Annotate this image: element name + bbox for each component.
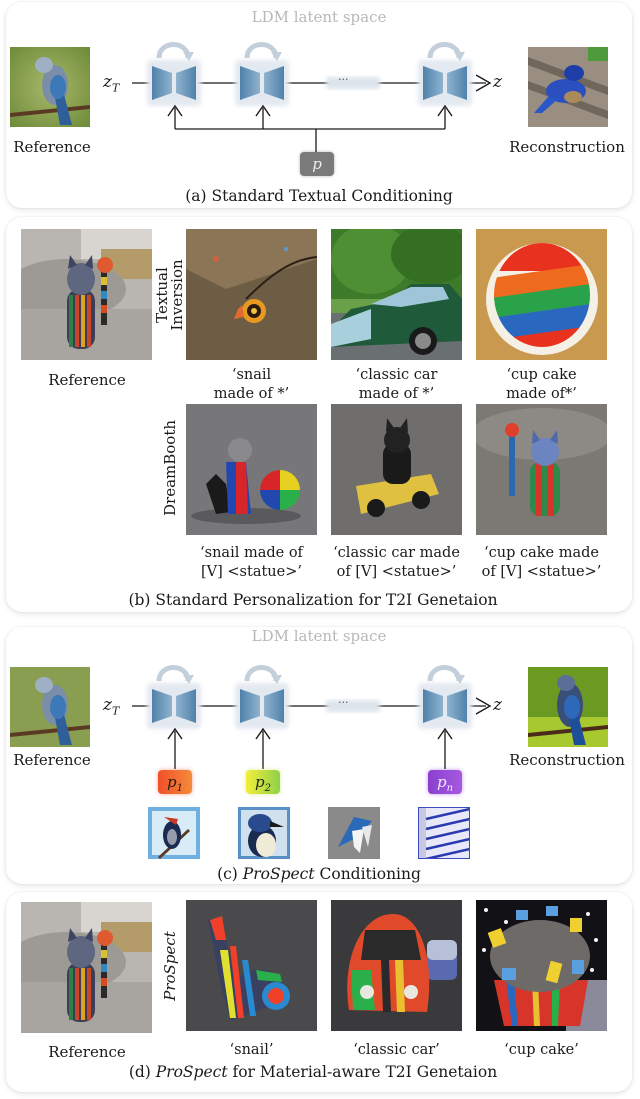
panel-prospect-material-aware: Reference ProSpect ‘snail’ ‘classic car’…: [6, 892, 632, 1092]
panel-standard-textual-conditioning: LDM latent space Reference Reconstructio…: [6, 2, 632, 208]
panel-prospect-conditioning: LDM latent space Reference Reconstructio…: [6, 627, 632, 884]
prompt-ti-snail: ‘snail made of *’: [213, 367, 290, 402]
ellipsis-label: ···: [338, 696, 349, 709]
stage-image-1-bird: [148, 807, 200, 859]
prompt-db-car: ‘classic car made of [V] <statue>’: [333, 545, 460, 580]
ellipsis-label: ···: [338, 73, 349, 86]
unet-block-n: [418, 665, 472, 729]
prompt-prospect-cupcake: ‘cup cake’: [504, 1042, 579, 1058]
unet-block-2: [235, 42, 289, 106]
prompt-ti-cupcake: ‘cup cake made of*’: [506, 367, 577, 402]
prompt-token-p1: p1: [158, 770, 192, 794]
reference-label: Reference: [48, 1043, 126, 1061]
ellipsis-block: [326, 77, 380, 89]
caption-c: (c) ProSpect Conditioning: [217, 865, 421, 883]
prompt-db-snail: ‘snail made of [V] <statue>’: [200, 545, 303, 580]
row-label-dreambooth: DreamBooth: [161, 419, 179, 516]
input-latent-zT: zT: [103, 72, 120, 95]
output-latent-z: z: [493, 695, 502, 715]
prompt-db-cupcake: ‘cup cake made of [V] <statue>’: [481, 545, 602, 580]
stage-image-3-feathers: [328, 807, 380, 859]
caption-d: (d) ProSpect for Material-aware T2I Gene…: [128, 1063, 498, 1081]
prompt-ti-car: ‘classic car made of *’: [355, 367, 438, 402]
unet-block-1: [147, 665, 201, 729]
unet-block-2: [235, 665, 289, 729]
prospect-car-image: [331, 900, 462, 1031]
textual-inversion-snail-image: [186, 229, 317, 360]
textual-inversion-car-image: [331, 229, 462, 360]
unet-chain-diagram: [132, 665, 492, 769]
reference-image-cat-statue: [21, 229, 152, 360]
unet-block-1: [147, 42, 201, 106]
stage-image-n-texture: [418, 807, 470, 859]
panel-standard-personalization: Reference Textual Inversion DreamBooth ‘…: [6, 217, 632, 612]
row-label-prospect: ProSpect: [161, 931, 179, 1001]
ellipsis-block: [326, 700, 380, 712]
output-latent-z: z: [493, 72, 502, 92]
prompt-token-pn: pn: [428, 770, 462, 794]
dreambooth-car-image: [331, 404, 462, 535]
prospect-cupcake-image: [476, 900, 607, 1031]
stage-image-2-bird: [238, 807, 290, 859]
prompt-token-p2: p2: [246, 770, 280, 794]
prompt-token-p: p: [300, 152, 334, 176]
prompt-prospect-car: ‘classic car’: [353, 1042, 440, 1058]
reference-label: Reference: [48, 371, 126, 389]
reference-image-cat-statue: [21, 902, 152, 1033]
caption-a: (a) Standard Textual Conditioning: [185, 187, 453, 205]
input-latent-zT: zT: [103, 695, 120, 718]
dreambooth-snail-image: [186, 404, 317, 535]
prompt-prospect-snail: ‘snail’: [229, 1042, 274, 1058]
unet-chain-diagram: [132, 42, 492, 153]
row-label-textual-inversion: Textual Inversion: [153, 259, 186, 331]
unet-block-n: [418, 42, 472, 106]
textual-inversion-cupcake-image: [476, 229, 607, 360]
prospect-snail-image: [186, 900, 317, 1031]
caption-b: (b) Standard Personalization for T2I Gen…: [128, 591, 498, 609]
dreambooth-cupcake-image: [476, 404, 607, 535]
